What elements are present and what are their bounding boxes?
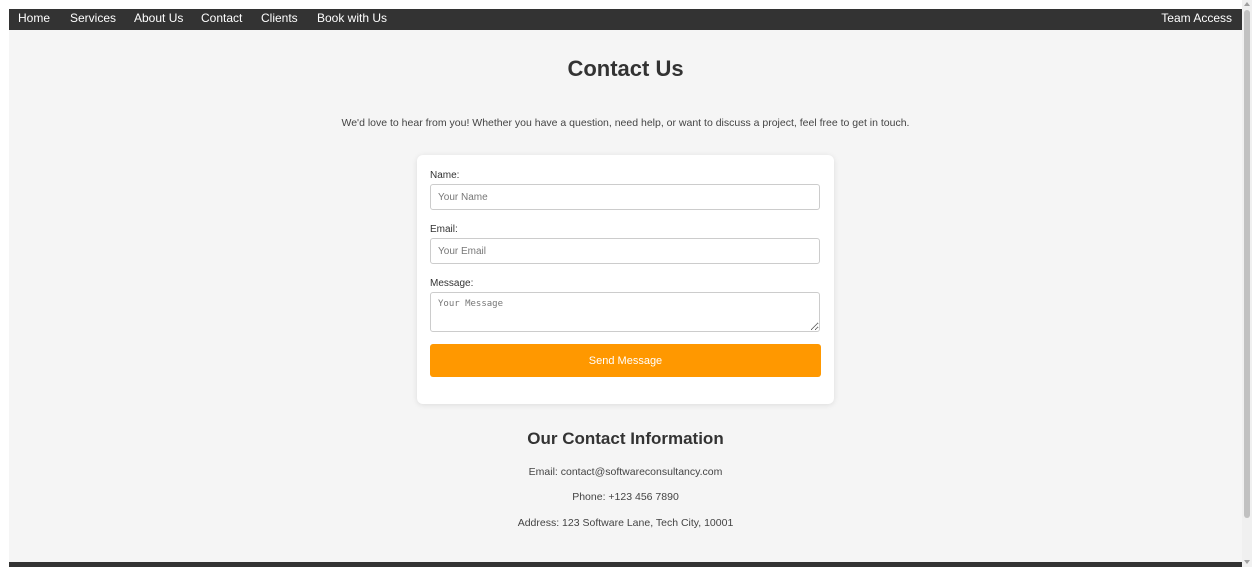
scrollbar-thumb[interactable] [1244, 10, 1250, 518]
send-message-button[interactable]: Send Message [430, 344, 821, 377]
email-label: Email: [430, 224, 458, 235]
email-input[interactable] [430, 238, 820, 264]
nav-services-link[interactable]: Services [70, 9, 116, 30]
page-title: Contact Us [567, 56, 684, 81]
nav-clients-link[interactable]: Clients [261, 9, 298, 30]
scroll-down-arrow-icon[interactable] [1244, 560, 1250, 564]
contact-phone: Phone: +123 456 7890 [572, 491, 679, 503]
contact-form: Name: Email: Message: Send Message [417, 155, 834, 404]
top-navbar: Home Services About Us Contact Clients B… [9, 9, 1242, 30]
name-input[interactable] [430, 184, 820, 210]
page-viewport: Home Services About Us Contact Clients B… [9, 9, 1242, 567]
contact-address: Address: 123 Software Lane, Tech City, 1… [517, 517, 734, 529]
nav-team-access-link[interactable]: Team Access [1161, 9, 1232, 30]
message-textarea[interactable] [430, 292, 820, 332]
message-label: Message: [430, 278, 474, 289]
nav-book-link[interactable]: Book with Us [317, 9, 387, 30]
footer-bar [9, 562, 1242, 567]
vertical-scrollbar[interactable] [1242, 0, 1252, 567]
nav-contact-link[interactable]: Contact [201, 9, 242, 30]
name-label: Name: [430, 170, 460, 181]
intro-text: We'd love to hear from you! Whether you … [341, 117, 910, 129]
nav-home-link[interactable]: Home [18, 9, 50, 30]
nav-about-link[interactable]: About Us [134, 9, 183, 30]
contact-email: Email: contact@softwareconsultancy.com [528, 466, 723, 478]
contact-info-title: Our Contact Information [527, 429, 724, 448]
scroll-up-arrow-icon[interactable] [1244, 2, 1250, 6]
